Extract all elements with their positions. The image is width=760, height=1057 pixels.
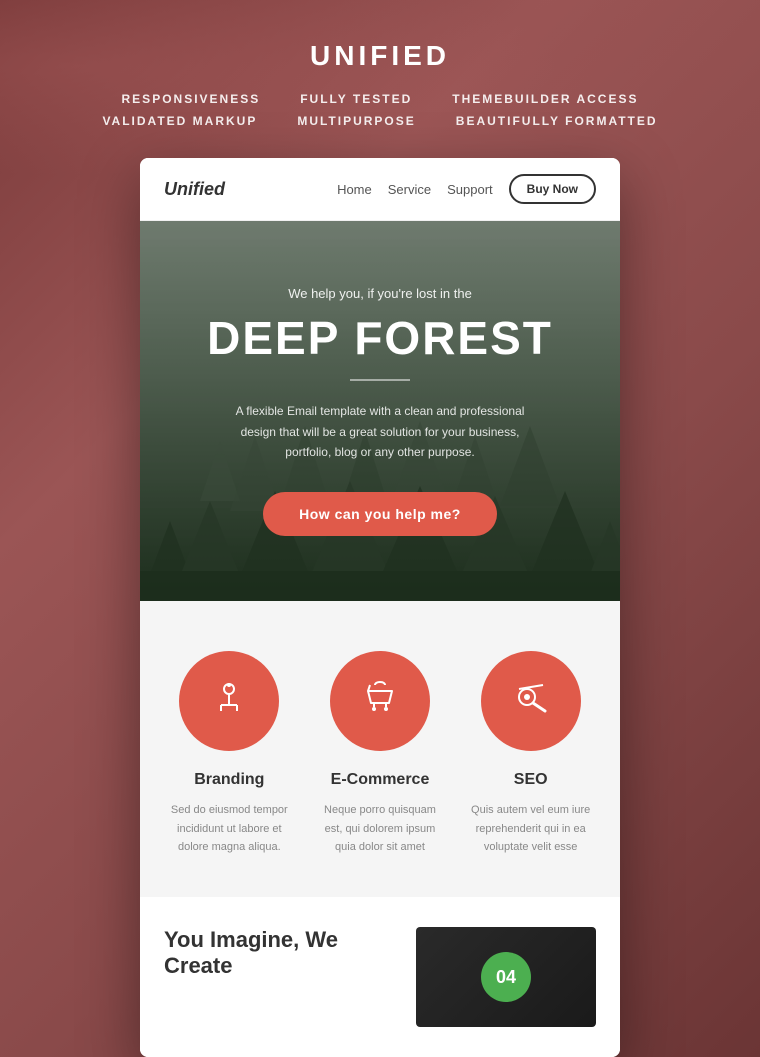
feature-themebuilder: THEMEBUILDER ACCESS	[452, 92, 638, 106]
bottom-text: You Imagine, We Create	[164, 927, 396, 980]
header-section: UNIFIED RESPONSIVENESS FULLY TESTED THEM…	[80, 40, 680, 128]
hero-content: We help you, if you're lost in the DEEP …	[207, 286, 553, 537]
ecommerce-icon-circle	[330, 651, 430, 751]
feature-multipurpose: MULTIPURPOSE	[297, 114, 415, 128]
nav-link-home[interactable]: Home	[337, 182, 372, 197]
bottom-section: You Imagine, We Create 04	[140, 897, 620, 1057]
nav-link-support[interactable]: Support	[447, 182, 493, 197]
bottom-heading-line1: You Imagine, We	[164, 927, 338, 952]
ecommerce-icon	[360, 677, 400, 726]
seo-icon-circle	[481, 651, 581, 751]
nav-link-service[interactable]: Service	[388, 182, 431, 197]
hero-cta-button[interactable]: How can you help me?	[263, 492, 497, 536]
seo-title: SEO	[465, 771, 596, 789]
ecommerce-desc: Neque porro quisquam est, qui dolorem ip…	[315, 801, 446, 857]
page-wrapper: UNIFIED RESPONSIVENESS FULLY TESTED THEM…	[0, 0, 760, 1057]
branding-title: Branding	[164, 771, 295, 789]
hero-section: We help you, if you're lost in the DEEP …	[140, 221, 620, 601]
site-title: UNIFIED	[80, 40, 680, 72]
hero-description: A flexible Email template with a clean a…	[220, 401, 540, 462]
hero-divider	[350, 379, 410, 381]
bottom-badge-text: 04	[496, 967, 516, 988]
navbar: Unified Home Service Support Buy Now	[140, 158, 620, 221]
feature-formatted: BEAUTIFULLY FORMATTED	[456, 114, 658, 128]
feature-validated: VALIDATED MARKUP	[102, 114, 257, 128]
hero-subtitle: We help you, if you're lost in the	[207, 286, 553, 301]
buy-now-button[interactable]: Buy Now	[509, 174, 596, 204]
service-item-branding: Branding Sed do eiusmod tempor incididun…	[164, 651, 295, 857]
seo-icon	[511, 677, 551, 726]
features-grid: RESPONSIVENESS FULLY TESTED THEMEBUILDER…	[80, 92, 680, 128]
bottom-badge: 04	[481, 952, 531, 1002]
mockup-card: Unified Home Service Support Buy Now	[140, 158, 620, 1057]
navbar-links: Home Service Support Buy Now	[337, 174, 596, 204]
feature-fully-tested: FULLY TESTED	[300, 92, 412, 106]
branding-icon	[209, 677, 249, 726]
bottom-heading: You Imagine, We Create	[164, 927, 396, 980]
navbar-brand: Unified	[164, 179, 225, 200]
service-item-ecommerce: E-Commerce Neque porro quisquam est, qui…	[315, 651, 446, 857]
feature-responsiveness: RESPONSIVENESS	[122, 92, 261, 106]
bottom-heading-line2: Create	[164, 953, 232, 978]
services-grid: Branding Sed do eiusmod tempor incididun…	[164, 651, 596, 857]
service-item-seo: SEO Quis autem vel eum iure reprehenderi…	[465, 651, 596, 857]
ecommerce-title: E-Commerce	[315, 771, 446, 789]
services-section: Branding Sed do eiusmod tempor incididun…	[140, 601, 620, 897]
branding-desc: Sed do eiusmod tempor incididunt ut labo…	[164, 801, 295, 857]
branding-icon-circle	[179, 651, 279, 751]
bottom-image: 04	[416, 927, 596, 1027]
seo-desc: Quis autem vel eum iure reprehenderit qu…	[465, 801, 596, 857]
hero-title: DEEP FOREST	[207, 313, 553, 364]
